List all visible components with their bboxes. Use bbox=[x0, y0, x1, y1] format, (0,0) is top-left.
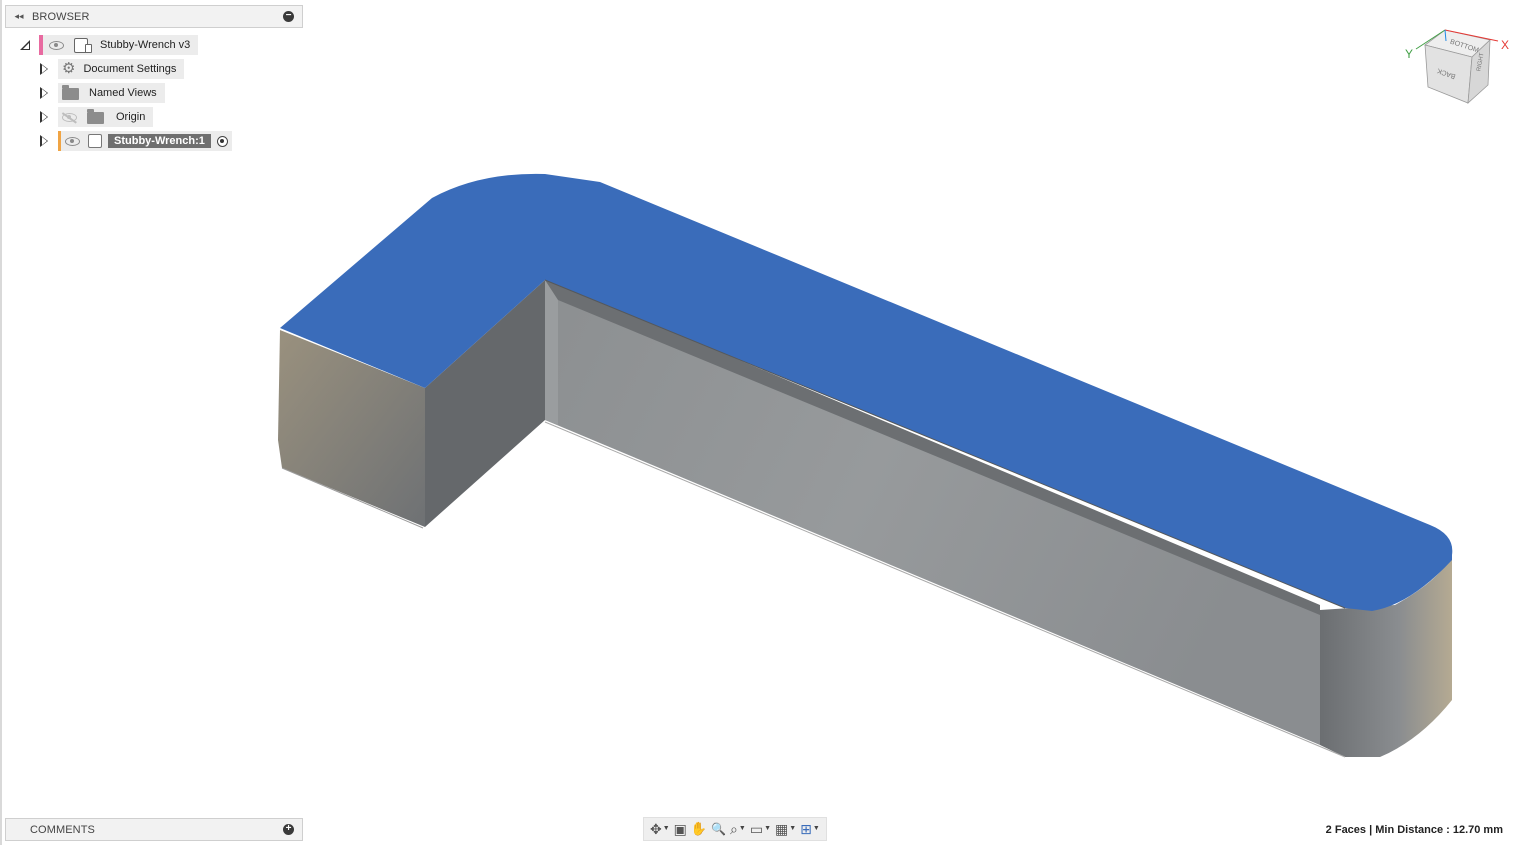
tree-item-component[interactable]: Stubby-Wrench:1 bbox=[40, 131, 232, 151]
zoom-button[interactable]: 🔍 bbox=[709, 819, 728, 839]
component-icon bbox=[88, 134, 102, 148]
comments-panel-header[interactable]: COMMENTS + bbox=[5, 818, 303, 841]
navigation-toolbar: ✥ ▼ ▣ ✋ 🔍 ⌕ ▼ ▭ ▼ ▦ ▼ ⊞ ▼ bbox=[643, 817, 827, 841]
collapse-panel-icon[interactable]: ◂◂ bbox=[10, 11, 28, 22]
pan-button[interactable]: ✋ bbox=[689, 819, 709, 839]
viewports-icon: ⊞ bbox=[800, 821, 812, 837]
document-settings-label: Document Settings bbox=[83, 63, 177, 75]
browser-panel-header[interactable]: ◂◂ BROWSER − bbox=[5, 5, 303, 28]
document-settings-node[interactable]: ⚙ Document Settings bbox=[58, 59, 185, 79]
look-at-button[interactable]: ▣ bbox=[672, 819, 689, 839]
activate-component-icon[interactable] bbox=[216, 135, 228, 147]
origin-label: Origin bbox=[116, 111, 146, 123]
tree-root-node[interactable]: Stubby-Wrench v3 bbox=[43, 35, 199, 55]
folder-icon bbox=[62, 85, 79, 100]
elbow-light-face bbox=[545, 280, 558, 425]
browser-title: BROWSER bbox=[32, 10, 90, 23]
component-node[interactable]: Stubby-Wrench:1 bbox=[61, 131, 232, 151]
display-settings-button[interactable]: ▭ ▼ bbox=[748, 819, 773, 839]
wrench-model[interactable] bbox=[0, 0, 1517, 845]
add-comment-icon[interactable]: + bbox=[283, 824, 294, 835]
document-icon bbox=[74, 37, 92, 53]
measure-status-text: 2 Faces | Min Distance : 12.70 mm bbox=[1325, 824, 1503, 836]
tree-root-row[interactable]: Stubby-Wrench v3 bbox=[20, 35, 199, 55]
gear-icon: ⚙ bbox=[62, 60, 76, 77]
look-at-icon: ▣ bbox=[673, 821, 687, 837]
zoom-window-icon: ⌕ bbox=[730, 821, 738, 837]
orbit-icon: ✥ bbox=[650, 821, 662, 837]
fit-button[interactable]: ⌕ ▼ bbox=[728, 819, 748, 839]
tree-root-label: Stubby-Wrench v3 bbox=[100, 39, 191, 51]
tree-item-document-settings[interactable]: ⚙ Document Settings bbox=[40, 59, 185, 79]
pan-hand-icon: ✋ bbox=[690, 821, 708, 836]
visibility-eye-icon[interactable] bbox=[49, 40, 64, 50]
axis-x-label: X bbox=[1501, 38, 1509, 52]
expanded-triangle-icon[interactable] bbox=[20, 40, 30, 50]
3d-viewport[interactable]: BOTTOM BACK RIGHT X Y ◂◂ BROWSER − Stubb… bbox=[0, 0, 1517, 845]
origin-node[interactable]: Origin bbox=[58, 107, 154, 127]
tree-item-origin[interactable]: Origin bbox=[40, 107, 154, 127]
display-monitor-icon: ▭ bbox=[749, 821, 764, 837]
axis-y-label: Y bbox=[1405, 47, 1413, 61]
zoom-icon: 🔍 bbox=[711, 822, 727, 836]
grid-icon: ▦ bbox=[775, 821, 789, 837]
expand-triangle-icon[interactable] bbox=[40, 63, 48, 75]
visibility-eye-icon[interactable] bbox=[65, 136, 80, 146]
minimize-panel-icon[interactable]: − bbox=[283, 11, 294, 22]
expand-triangle-icon[interactable] bbox=[40, 87, 48, 99]
expand-triangle-icon[interactable] bbox=[40, 135, 48, 147]
hidden-eye-icon[interactable] bbox=[62, 112, 77, 122]
viewports-button[interactable]: ⊞ ▼ bbox=[798, 819, 822, 839]
tree-item-named-views[interactable]: Named Views bbox=[40, 83, 165, 103]
grid-snaps-button[interactable]: ▦ ▼ bbox=[773, 819, 798, 839]
viewcube[interactable]: BOTTOM BACK RIGHT X Y bbox=[1400, 25, 1515, 110]
component-label: Stubby-Wrench:1 bbox=[108, 134, 211, 148]
orbit-button[interactable]: ✥ ▼ bbox=[648, 819, 672, 839]
expand-triangle-icon[interactable] bbox=[40, 111, 48, 123]
comments-title: COMMENTS bbox=[30, 823, 95, 836]
folder-icon bbox=[87, 109, 104, 124]
named-views-label: Named Views bbox=[89, 87, 157, 99]
named-views-node[interactable]: Named Views bbox=[58, 83, 165, 103]
